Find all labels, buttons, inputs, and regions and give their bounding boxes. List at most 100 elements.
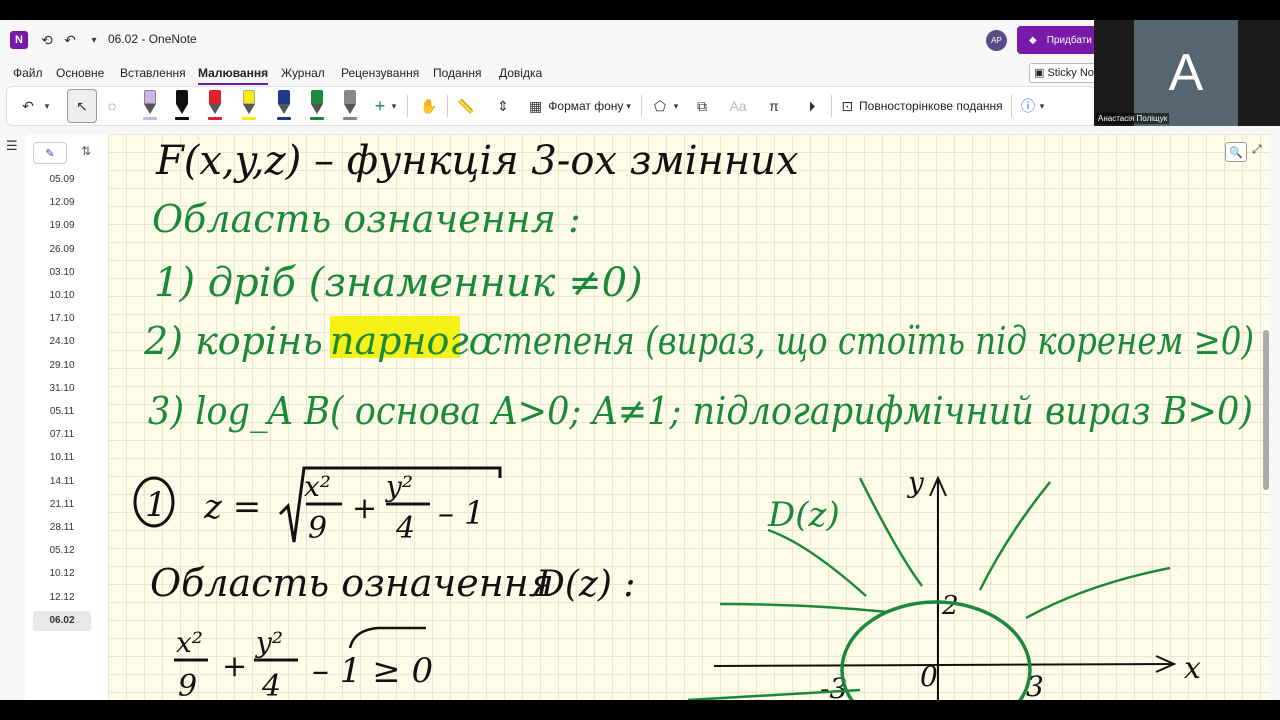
x-axis <box>713 663 1175 667</box>
ineq-overline <box>348 626 426 649</box>
ineq-plus: + <box>222 649 247 684</box>
ribbon-separator <box>1011 95 1012 117</box>
menu-help[interactable]: Довідка <box>499 66 542 80</box>
ink-line-2: Область означення : <box>152 197 581 241</box>
highlighter-yellow[interactable] <box>240 90 258 122</box>
tick-2: 2 <box>941 591 959 621</box>
menu-home[interactable]: Основне <box>56 66 104 80</box>
axis-x-label: x <box>1184 651 1201 686</box>
pen-red[interactable] <box>206 90 224 122</box>
ribbon-separator <box>407 95 408 117</box>
page-list-item[interactable]: 05.09 <box>33 170 91 190</box>
ink-to-shape-icon[interactable]: ⧉ <box>691 91 713 121</box>
add-pen-dropdown-icon[interactable]: ▾ <box>389 91 399 121</box>
premium-button[interactable]: ◆ Придбати <box>1017 26 1097 54</box>
full-page-view-button[interactable]: ⊡ Повносторінкове подання <box>837 91 1007 121</box>
ink-to-math-icon[interactable]: π <box>763 91 785 121</box>
page-list-item[interactable]: 10.11 <box>33 448 91 468</box>
menu-insert[interactable]: Вставлення <box>120 66 186 80</box>
ruler-icon[interactable]: 📏 <box>455 91 477 121</box>
page-list-item[interactable]: 03.10 <box>33 263 91 283</box>
vertical-scroll-thumb[interactable] <box>1263 330 1269 490</box>
draw-ribbon: ↶ ▾ ↖ ◌ + ▾ ✋ 📏 ⇕ ▦ Формат фону ▾ ⬠ ▾ ⧉ … <box>6 86 1096 126</box>
pen-lavender[interactable] <box>141 90 159 122</box>
menu-review[interactable]: Рецензування <box>341 66 419 80</box>
ink-line-3: 1) дріб (знаменник ≠0) <box>154 260 643 306</box>
ribbon-separator <box>447 95 448 117</box>
page-list-item[interactable]: 24.10 <box>33 332 91 352</box>
menu-bar: Файл Основне Вставлення Малювання Журнал… <box>0 62 1100 86</box>
pen-navy[interactable] <box>275 90 293 122</box>
add-pen-icon[interactable]: + <box>371 91 389 121</box>
participant-name: Анастасія Поліщук <box>1096 113 1170 124</box>
hand-icon[interactable]: ✋ <box>418 91 440 121</box>
undo-button[interactable]: ↶ <box>17 91 39 121</box>
video-participant-tile[interactable]: A Анастасія Поліщук <box>1094 20 1280 126</box>
onenote-logo-icon: N <box>10 31 28 49</box>
sort-pages-icon[interactable]: ⇅ <box>81 144 91 158</box>
page-list-item[interactable]: 28.11 <box>33 518 91 538</box>
background-format-button[interactable]: ▦ Формат фону ▾ <box>523 91 637 121</box>
sticky-notes-button[interactable]: ▣ Sticky No <box>1029 63 1099 83</box>
undo-dropdown-icon[interactable]: ▾ <box>41 91 53 121</box>
ink-replay-icon[interactable]: ⏵ <box>801 91 823 121</box>
page-list-item[interactable]: 06.02 <box>33 610 91 631</box>
eq-plus: + <box>352 491 377 526</box>
back-icon[interactable]: ⟲ <box>37 30 57 50</box>
ink-to-text-icon: Aa <box>729 98 747 114</box>
navigation-menu-icon[interactable]: ☰ <box>6 138 20 154</box>
lasso-tool-button[interactable]: ◌ <box>101 91 123 121</box>
menu-history[interactable]: Журнал <box>281 66 325 80</box>
pen-black[interactable] <box>173 90 191 122</box>
insert-space-icon[interactable]: ⇕ <box>492 91 514 121</box>
help-dropdown-icon[interactable]: ▾ <box>1037 91 1047 121</box>
ink-line-4a: 2) корінь <box>143 319 323 363</box>
background-format-label: Формат фону <box>548 99 624 113</box>
undo-icon[interactable]: ↶ <box>60 30 80 50</box>
page-list-item[interactable]: 29.10 <box>33 356 91 376</box>
page-list-item[interactable]: 19.09 <box>33 216 91 236</box>
ineq-frac2-num: y² <box>254 626 283 659</box>
menu-file[interactable]: Файл <box>13 66 43 80</box>
title-bar: N ⟲ ↶ ▾ 06.02 - OneNote AP ◆ Придбати <box>0 20 1280 60</box>
ineq-frac1-den: 9 <box>178 669 197 700</box>
help-icon[interactable]: ⓘ <box>1017 91 1039 121</box>
page-list-item[interactable]: 21.11 <box>33 495 91 515</box>
full-page-view-label: Повносторінкове подання <box>859 99 1003 113</box>
menu-view[interactable]: Подання <box>433 66 481 80</box>
quick-access-dropdown-icon[interactable]: ▾ <box>84 30 104 50</box>
page-list-item[interactable]: 07.11 <box>33 425 91 445</box>
select-tool-button[interactable]: ↖ <box>67 89 97 123</box>
add-page-icon[interactable]: ✎ <box>33 142 67 164</box>
page-list-pane: ✎ ⇅ 05.09 12.09 19.09 26.09 03.10 10.10 17.10 2… <box>25 134 108 700</box>
pen-gray[interactable] <box>341 90 359 122</box>
page-list-item[interactable]: 12.12 <box>33 588 91 608</box>
page-list-item[interactable]: 10.12 <box>33 564 91 584</box>
example-number: 1 <box>145 485 167 525</box>
diamond-icon: ◆ <box>1029 34 1037 46</box>
page-list-item[interactable]: 05.11 <box>33 402 91 422</box>
note-canvas[interactable]: F(x,y,z) – функція 3-ох змінних Область … <box>108 134 1270 700</box>
ink-line-4c: степеня (вираз, що стоїть під коренем ≥0… <box>484 319 1254 363</box>
avatar[interactable]: AP <box>986 30 1007 51</box>
grid-icon: ▦ <box>529 97 543 114</box>
menu-draw[interactable]: Малювання <box>198 66 269 85</box>
pen-green[interactable] <box>308 90 326 122</box>
search-icon[interactable]: 🔍 <box>1225 142 1247 162</box>
expand-icon[interactable]: ⤢ <box>1252 142 1268 162</box>
participant-initial: A <box>1134 20 1238 126</box>
ribbon-separator <box>641 95 642 117</box>
page-list-item[interactable]: 14.11 <box>33 472 91 492</box>
page-list-item[interactable]: 10.10 <box>33 286 91 306</box>
ribbon-separator <box>831 95 832 117</box>
full-page-icon: ⊡ <box>841 97 854 114</box>
page-list-item[interactable]: 17.10 <box>33 309 91 329</box>
page-list-item[interactable]: 26.09 <box>33 240 91 260</box>
shapes-icon[interactable]: ⬠ <box>649 91 671 121</box>
page-list-item[interactable]: 05.12 <box>33 541 91 561</box>
shapes-dropdown-icon[interactable]: ▾ <box>671 91 681 121</box>
ineq-tail: – 1 ≥ 0 <box>312 651 433 691</box>
eq-frac2-num: y² <box>384 470 413 503</box>
page-list-item[interactable]: 31.10 <box>33 379 91 399</box>
page-list-item[interactable]: 12.09 <box>33 193 91 213</box>
